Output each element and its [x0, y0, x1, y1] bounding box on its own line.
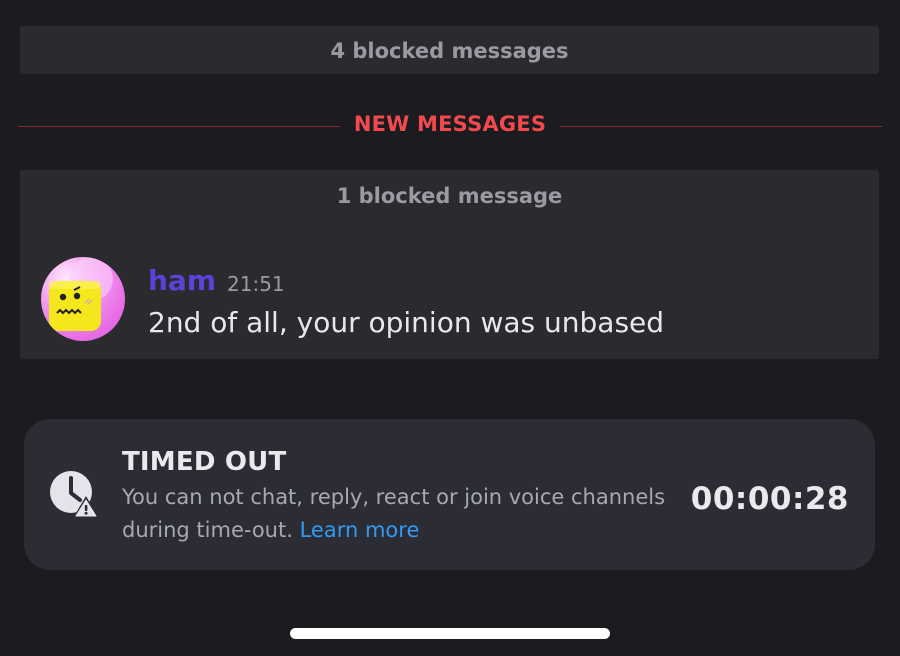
blocked-message-group: 1 blocked message ham 21:51 2nd of all, … [20, 170, 879, 359]
clock-warning-icon [49, 469, 99, 519]
message-content: 2nd of all, your opinion was unbased [148, 306, 665, 339]
new-messages-divider: NEW MESSAGES [18, 110, 882, 144]
learn-more-link[interactable]: Learn more [300, 518, 420, 542]
avatar-yellow-face-icon[interactable] [41, 257, 125, 341]
timeout-description: You can not chat, reply, react or join v… [122, 481, 682, 547]
new-messages-label: NEW MESSAGES [353, 112, 547, 136]
home-indicator[interactable] [290, 628, 610, 639]
divider-line-right [560, 126, 882, 127]
timeout-title: TIMED OUT [122, 447, 287, 477]
message-item[interactable]: ham 21:51 2nd of all, your opinion was u… [20, 256, 879, 356]
message-timestamp: 21:51 [227, 272, 285, 296]
chat-view: 4 blocked messages NEW MESSAGES 1 blocke… [0, 0, 900, 656]
blocked-messages-toggle[interactable]: 4 blocked messages [20, 26, 879, 74]
timeout-notice: TIMED OUT You can not chat, reply, react… [24, 419, 875, 570]
message-username[interactable]: ham [148, 264, 216, 297]
blocked-message-toggle[interactable]: 1 blocked message [20, 170, 879, 220]
timeout-countdown: 00:00:28 [690, 481, 849, 517]
